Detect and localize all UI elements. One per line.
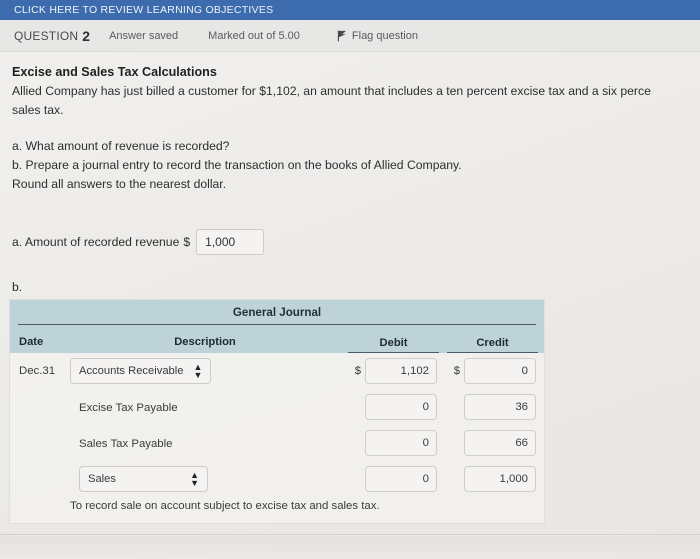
question-title: Excise and Sales Tax Calculations	[12, 65, 217, 79]
journal-rows: Dec.31 Accounts Receivable ▲▼ $ $	[10, 353, 544, 523]
quiz-page: CLICK HERE TO REVIEW LEARNING OBJECTIVES…	[0, 0, 700, 559]
updown-arrows-icon: ▲ ▼	[193, 362, 203, 380]
account-label-excise-tax-payable[interactable]: Excise Tax Payable	[70, 402, 178, 414]
flag-question-button[interactable]: Flag question	[337, 30, 418, 42]
part-b-label: b.	[12, 280, 23, 294]
account-select-sales[interactable]: Sales ▲ ▼	[79, 466, 208, 492]
column-header-credit-cell: Credit	[445, 337, 544, 353]
column-header-debit: Debit	[348, 337, 439, 353]
column-header-credit: Credit	[447, 337, 538, 353]
question-label: QUESTION	[14, 28, 79, 43]
row-credit-cell	[445, 430, 544, 456]
column-header-debit-cell: Debit	[346, 337, 445, 353]
credit-input-row-3[interactable]	[464, 430, 536, 456]
question-parts-text: a. What amount of revenue is recorded? b…	[12, 139, 462, 191]
part-a-label: a. Amount of recorded revenue	[12, 235, 180, 249]
marks-out-of: Marked out of 5.00	[208, 29, 300, 42]
row-debit-cell: $	[346, 358, 445, 384]
answer-status: Answer saved	[109, 29, 179, 42]
question-status-bar: QUESTION 2 Answer saved Marked out of 5.…	[0, 20, 700, 52]
journal-title: General Journal	[18, 300, 536, 325]
flag-icon	[337, 30, 352, 42]
journal-memo-line: To record sale on account subject to exc…	[70, 500, 380, 512]
part-a-answer-row: a. Amount of recorded revenue $	[0, 194, 700, 255]
row-credit-cell: $	[445, 358, 544, 384]
journal-column-headers: Date Description Debit Credit	[10, 325, 544, 353]
row-debit-cell	[346, 466, 445, 492]
account-select-accounts-receivable[interactable]: Accounts Receivable ▲ ▼	[70, 358, 212, 384]
recorded-revenue-input[interactable]	[196, 229, 265, 255]
journal-header: General Journal Date Description Debit C…	[10, 300, 544, 353]
column-header-description: Description	[174, 336, 236, 348]
account-select-label: Accounts Receivable	[79, 365, 184, 377]
row-debit-cell	[346, 394, 445, 420]
page-bottom-shade	[0, 536, 700, 559]
debit-dollar-sign: $	[354, 365, 361, 377]
credit-input-row-1[interactable]	[464, 358, 536, 384]
row-credit-cell	[445, 466, 544, 492]
account-label-sales-tax-payable[interactable]: Sales Tax Payable	[70, 438, 173, 450]
general-journal-table: General Journal Date Description Debit C…	[9, 299, 545, 524]
table-row: Sales Tax Payable	[10, 425, 544, 461]
debit-input-row-1[interactable]	[365, 358, 437, 384]
row-date: Dec.31	[19, 365, 56, 377]
row-description-cell: Excise Tax Payable	[64, 398, 346, 416]
row-description-cell: Sales Tax Payable	[64, 434, 346, 452]
review-learning-objectives-link[interactable]: CLICK HERE TO REVIEW LEARNING OBJECTIVES	[0, 4, 273, 16]
learning-objectives-banner: CLICK HERE TO REVIEW LEARNING OBJECTIVES	[0, 0, 700, 20]
table-row: Excise Tax Payable	[10, 389, 544, 425]
credit-input-row-2[interactable]	[464, 394, 536, 420]
question-content: Excise and Sales Tax Calculations Allied…	[0, 52, 700, 294]
row-credit-cell	[445, 394, 544, 420]
credit-dollar-sign: $	[453, 365, 460, 377]
column-header-date: Date	[19, 336, 44, 348]
question-number: 2	[82, 27, 91, 44]
page-seam-line	[0, 534, 700, 535]
table-row: Sales ▲ ▼	[10, 461, 544, 497]
credit-input-row-4[interactable]	[464, 466, 536, 492]
row-description-cell: Accounts Receivable ▲ ▼	[64, 358, 346, 384]
debit-input-row-3[interactable]	[365, 430, 437, 456]
question-body-text: Allied Company has just billed a custome…	[12, 84, 651, 117]
updown-arrows-icon: ▲ ▼	[190, 470, 199, 488]
account-select-label: Sales	[88, 473, 116, 485]
debit-input-row-2[interactable]	[365, 394, 437, 420]
row-description-cell: Sales ▲ ▼	[64, 466, 346, 492]
debit-input-row-4[interactable]	[365, 466, 437, 492]
column-header-description-cell: Description	[64, 336, 346, 353]
row-debit-cell	[346, 430, 445, 456]
part-a-dollar-sign: $	[183, 235, 191, 249]
column-header-date-cell: Date	[10, 336, 64, 353]
flag-question-label: Flag question	[351, 29, 418, 42]
table-row: Dec.31 Accounts Receivable ▲▼ $ $	[10, 353, 544, 389]
